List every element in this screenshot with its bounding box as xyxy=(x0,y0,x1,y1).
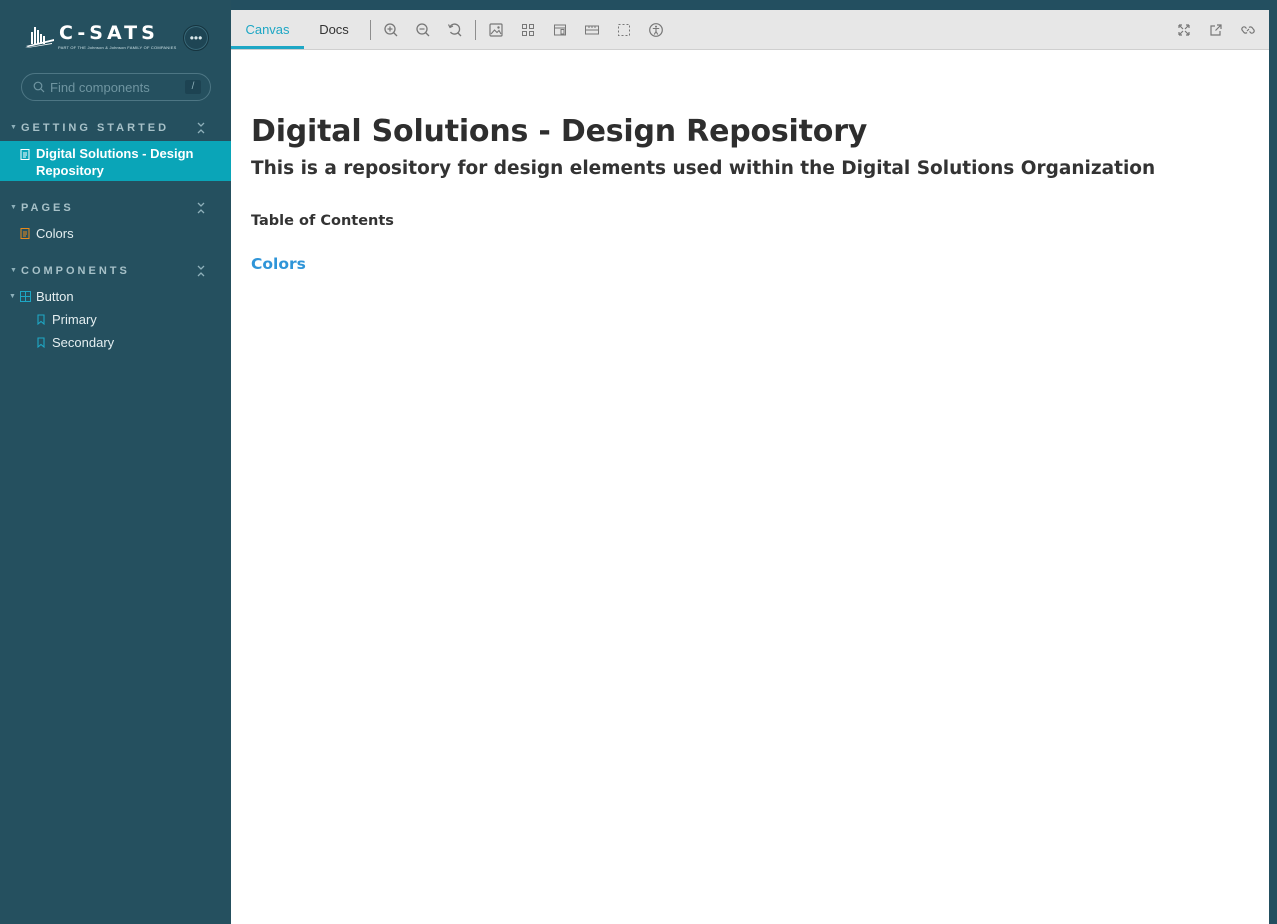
sidebar-item-button[interactable]: ▼ Button xyxy=(0,288,231,306)
sidebar-item-label: Colors xyxy=(36,226,74,241)
component-icon xyxy=(20,290,32,302)
collapse-all-icon[interactable] xyxy=(196,121,206,135)
page-subtitle: This is a repository for design elements… xyxy=(251,158,1156,179)
caret-down-icon: ▼ xyxy=(10,204,17,211)
tab-canvas[interactable]: Canvas xyxy=(231,10,304,49)
section-title: GETTING STARTED xyxy=(21,122,170,134)
toolbar-divider xyxy=(475,20,476,40)
brand-logo[interactable]: C-SATS PART OF THE Johnson & Johnson FAM… xyxy=(25,22,176,53)
copy-link-icon[interactable] xyxy=(1240,22,1256,38)
search-icon xyxy=(31,79,47,95)
accessibility-icon[interactable] xyxy=(648,22,664,38)
collapse-all-icon[interactable] xyxy=(196,264,206,278)
section-getting-started[interactable]: ▼ GETTING STARTED xyxy=(0,119,231,137)
tab-docs[interactable]: Docs xyxy=(308,10,360,49)
zoom-out-icon[interactable] xyxy=(415,22,431,38)
page-title: Digital Solutions - Design Repository xyxy=(251,114,868,149)
fullscreen-icon[interactable] xyxy=(1176,22,1192,38)
bookmark-icon xyxy=(36,336,48,349)
open-new-tab-icon[interactable] xyxy=(1208,22,1224,38)
sidebar-item-secondary[interactable]: Secondary xyxy=(0,334,231,352)
search-box[interactable]: / xyxy=(21,73,211,101)
zoom-in-icon[interactable] xyxy=(383,22,399,38)
background-icon[interactable] xyxy=(488,22,504,38)
toolbar: Canvas Docs xyxy=(231,10,1269,50)
sidebar-item-label: Digital Solutions - Design Repository xyxy=(36,146,194,178)
window-top-strip xyxy=(231,0,1269,10)
search-shortcut-hint: / xyxy=(185,80,201,94)
zoom-reset-icon[interactable] xyxy=(447,22,463,38)
caret-down-icon: ▼ xyxy=(10,124,17,131)
caret-down-icon: ▼ xyxy=(9,293,16,300)
brand-name: C-SATS xyxy=(59,22,159,44)
sidebar: C-SATS PART OF THE Johnson & Johnson FAM… xyxy=(0,0,231,924)
collapse-all-icon[interactable] xyxy=(196,201,206,215)
toc-heading: Table of Contents xyxy=(251,213,394,229)
document-icon xyxy=(20,227,32,239)
sidebar-item-design-repository[interactable]: Digital Solutions - Design Repository xyxy=(0,141,231,181)
more-icon: ••• xyxy=(189,31,203,45)
skyline-logo-icon xyxy=(25,24,55,53)
section-pages[interactable]: ▼ PAGES xyxy=(0,199,231,217)
sidebar-item-primary[interactable]: Primary xyxy=(0,311,231,329)
preview-panel: Canvas Docs Digital Solutions - Design R… xyxy=(231,10,1269,924)
toolbar-divider xyxy=(370,20,371,40)
document-icon xyxy=(20,148,32,160)
outline-icon[interactable] xyxy=(616,22,632,38)
sidebar-item-label: Secondary xyxy=(52,335,115,350)
caret-down-icon: ▼ xyxy=(10,267,17,274)
section-title: COMPONENTS xyxy=(21,265,130,277)
window-right-strip xyxy=(1269,0,1277,924)
brand-tagline: PART OF THE Johnson & Johnson FAMILY OF … xyxy=(58,45,177,50)
sidebar-menu-button[interactable]: ••• xyxy=(183,25,209,51)
toc-link-colors[interactable]: Colors xyxy=(251,255,306,273)
section-title: PAGES xyxy=(21,202,74,214)
measure-icon[interactable] xyxy=(584,22,600,38)
bookmark-icon xyxy=(36,313,48,326)
sidebar-item-label: Primary xyxy=(52,312,97,327)
sidebar-item-label: Button xyxy=(36,289,74,304)
grid-icon[interactable] xyxy=(520,22,536,38)
sidebar-item-colors[interactable]: Colors xyxy=(0,225,231,243)
section-components[interactable]: ▼ COMPONENTS xyxy=(0,262,231,280)
search-input[interactable] xyxy=(50,79,178,95)
viewport-icon[interactable] xyxy=(552,22,568,38)
